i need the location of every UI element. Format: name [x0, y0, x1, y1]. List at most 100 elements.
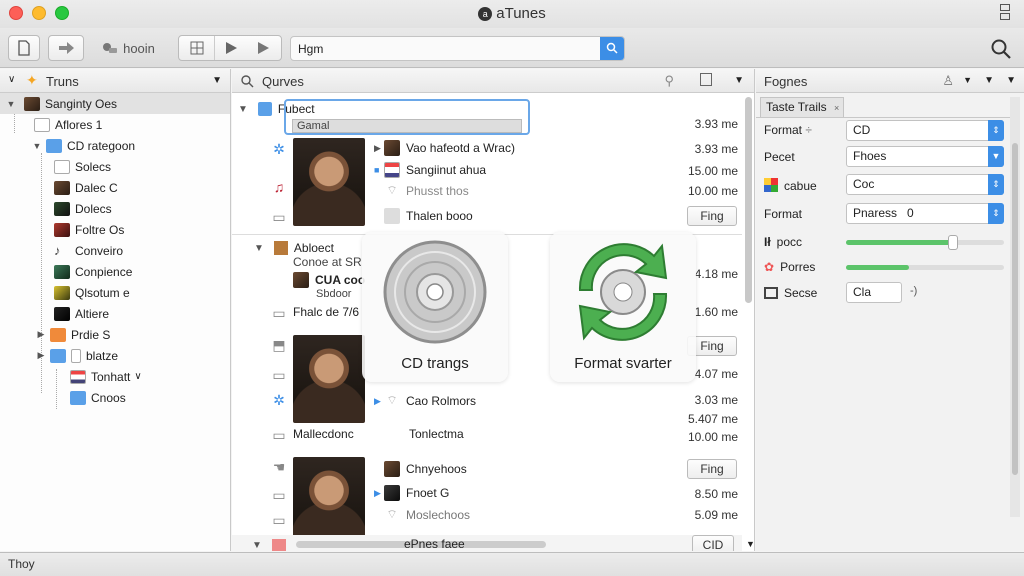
folder-outline-icon: ▭: [272, 487, 286, 503]
collapse-icon[interactable]: ∨: [8, 74, 15, 85]
tree-item-conpience[interactable]: Conpience: [0, 261, 230, 282]
grid-view-button[interactable]: [179, 36, 215, 60]
tree-item-aflores[interactable]: Aflores 1: [0, 114, 230, 135]
tree-item-altiere[interactable]: Altiere: [0, 303, 230, 324]
queue-menu-icon[interactable]: ▼: [734, 75, 744, 86]
stepper-icon[interactable]: -): [910, 285, 917, 297]
song-row[interactable]: Fhalc de 7/6: [293, 305, 359, 319]
chevron-down-icon: ▼: [988, 146, 1004, 167]
format-select[interactable]: CD ⇕: [846, 120, 1004, 141]
tree-item-qlsotum[interactable]: Qlsotum e: [0, 282, 230, 303]
cabue-select[interactable]: Coc ⇕: [846, 174, 1004, 195]
disclosure-icon[interactable]: ▼: [254, 243, 264, 254]
gear-icon[interactable]: ✲: [270, 141, 288, 157]
song-row[interactable]: Chnyehoos: [374, 461, 467, 477]
tree-item-prdie[interactable]: ▶ Prdie S: [0, 324, 230, 345]
format-converter-tile[interactable]: Format svarter: [550, 232, 696, 382]
tree-item-cnoos[interactable]: Cnoos: [0, 387, 230, 408]
disclosure-icon[interactable]: ▼: [238, 104, 248, 115]
music-note-icon: ♫: [273, 179, 285, 195]
panel-toggle-icon[interactable]: [700, 73, 712, 86]
next-button[interactable]: [247, 36, 281, 60]
tree-item-label: Conveiro: [75, 243, 124, 258]
pecet-select[interactable]: Fhoes ▼: [846, 146, 1004, 167]
disclosure-icon[interactable]: ▶: [36, 329, 46, 340]
sidebar-title: Truns: [46, 74, 79, 89]
new-document-button[interactable]: [8, 35, 40, 61]
queue-scrollbar[interactable]: [745, 97, 752, 303]
tree-item-sanginty[interactable]: ▼ Sanginty Oes: [0, 93, 230, 114]
disclosure-icon[interactable]: ▶: [36, 350, 46, 361]
pocc-slider[interactable]: [846, 235, 1004, 250]
search-icon[interactable]: [990, 38, 1012, 60]
search-go-button[interactable]: [600, 37, 624, 60]
song-title: Vao hafeotd a Wrac): [406, 141, 515, 155]
sidebar-menu-icon[interactable]: ▼: [212, 75, 222, 86]
tree-item-conveiro[interactable]: ♪ Conveiro: [0, 240, 230, 261]
tree-item-dolecs[interactable]: Dolecs: [0, 198, 230, 219]
song-row[interactable]: ▶ Vao hafeotd a Wrac): [374, 140, 515, 156]
folder-outline-icon: ▭: [272, 512, 286, 528]
play-button[interactable]: [215, 36, 247, 60]
search-field[interactable]: [290, 36, 625, 61]
progress-select[interactable]: Pnaress 0 ⇕: [846, 203, 1004, 224]
search-icon[interactable]: [240, 74, 254, 88]
cid-button[interactable]: CID: [692, 535, 734, 551]
tree-item-tonhatt[interactable]: Tonhatt ∨: [0, 366, 230, 387]
window-controls-icon[interactable]: [1000, 4, 1012, 22]
tree-item-cd-rategoon[interactable]: ▼ CD rategoon: [0, 135, 230, 156]
play-song-button[interactable]: Fing: [687, 459, 737, 479]
search-input[interactable]: [291, 37, 591, 60]
disclosure-icon[interactable]: ▼: [252, 540, 262, 551]
properties-menu-icon[interactable]: ▼: [1006, 75, 1016, 86]
grid-icon: [190, 41, 203, 55]
forward-button[interactable]: [48, 35, 84, 61]
queue-header: Qurves ⚲ ▼: [232, 69, 754, 93]
song-row[interactable]: Tonlectma: [409, 427, 464, 441]
song-row[interactable]: Thalen booo: [374, 208, 473, 224]
porres-slider[interactable]: [846, 265, 1004, 270]
tree-item-label: blatze: [86, 348, 119, 363]
tree-item-foltre[interactable]: Foltre Os: [0, 219, 230, 240]
user-icon[interactable]: ♙: [942, 73, 954, 89]
song-row[interactable]: Mallecdonc: [293, 427, 354, 441]
side-label: Mallecdonc: [293, 427, 354, 441]
song-row[interactable]: ■ Sangiinut ahua: [374, 162, 486, 178]
slider-knob[interactable]: [948, 235, 959, 250]
chevron-down-icon[interactable]: ▼: [963, 75, 972, 85]
secse-field[interactable]: Cla: [846, 282, 902, 303]
disclosure-icon[interactable]: ▼: [32, 141, 42, 151]
cd-tracks-tile[interactable]: CD trangs: [362, 232, 508, 382]
scroll-down-icon[interactable]: ▼: [746, 539, 754, 549]
chevron-down-icon[interactable]: ∨: [134, 371, 141, 382]
tree-item-solecs[interactable]: Solecs: [0, 156, 230, 177]
properties-header: Fognes ♙ ▼ ▼ ▼: [756, 69, 1024, 93]
tree-item-label: Prdie S: [71, 327, 111, 342]
disclosure-icon[interactable]: ▶: [374, 488, 384, 499]
chevron-down-icon[interactable]: ▼: [984, 75, 994, 86]
play-song-button[interactable]: Fing: [687, 206, 737, 226]
plugin-icon: [103, 43, 118, 53]
song-row[interactable]: ⌔ Moslechoos: [374, 507, 470, 523]
folder-icon: [257, 102, 272, 116]
group-subtitle-field[interactable]: Gamal: [292, 119, 522, 133]
pin-icon[interactable]: ⚲: [664, 73, 674, 89]
music-note-icon: ♪: [54, 242, 61, 258]
tab-taste-trails[interactable]: Taste Trails ×: [760, 97, 844, 117]
gear-icon[interactable]: ✲: [270, 392, 288, 408]
tree-item-blatze[interactable]: ▶ blatze: [0, 345, 230, 366]
song-row[interactable]: ⌔ Phusst thos: [374, 183, 468, 199]
album-thumb-icon: [54, 285, 70, 300]
song-row[interactable]: CUA coo: [293, 272, 365, 288]
folder-outline-icon: ▭: [272, 209, 286, 225]
properties-scrollbar[interactable]: [1010, 97, 1020, 517]
song-row[interactable]: ▶ Fnoet G: [374, 485, 449, 501]
song-row[interactable]: ▶ ⌔ Cao Rolmors: [374, 393, 476, 409]
close-tab-icon[interactable]: ×: [834, 103, 839, 113]
tree-item-dalec[interactable]: Dalec C: [0, 177, 230, 198]
document-icon: [34, 117, 50, 132]
disclosure-icon[interactable]: ▶: [374, 396, 384, 407]
disclosure-icon[interactable]: ▶: [374, 143, 384, 154]
plugin-button[interactable]: hooin: [92, 35, 164, 61]
disclosure-icon[interactable]: ▼: [6, 99, 16, 109]
